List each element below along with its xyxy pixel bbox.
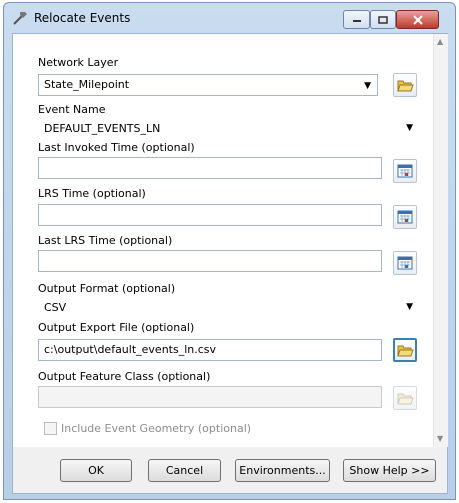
last-invoked-time-input[interactable] [38,157,382,179]
last-lrs-time-label: Last LRS Time (optional) [38,234,173,247]
window-title: Relocate Events [34,11,131,25]
ok-button[interactable]: OK [60,459,132,482]
last-lrs-time-calendar-button[interactable] [393,251,417,275]
last-invoked-time-label: Last Invoked Time (optional) [38,141,195,154]
scroll-down-icon[interactable]: ▼ [437,434,443,443]
calendar-icon [397,210,413,224]
cancel-button[interactable]: Cancel [148,459,221,482]
chevron-down-icon[interactable]: ▼ [364,81,371,91]
lrs-time-input[interactable] [38,204,382,226]
dialog-window: Relocate Events Network Layer State_Mile… [3,2,456,500]
output-format-label: Output Format (optional) [38,282,176,295]
output-export-file-value: c:\output\default_events_ln.csv [44,343,217,356]
scroll-up-icon[interactable]: ▲ [437,37,443,46]
network-layer-value: State_Milepoint [44,78,130,91]
chevron-down-icon[interactable]: ▼ [406,302,413,312]
show-help-button[interactable]: Show Help >> [343,459,436,482]
minimize-icon [352,19,361,22]
minimize-button[interactable] [343,10,370,29]
environments-button[interactable]: Environments... [235,459,330,482]
event-name-value: DEFAULT_EVENTS_LN [44,122,161,135]
output-feature-class-input[interactable] [38,386,382,408]
maximize-icon [378,15,388,24]
last-invoked-time-calendar-button[interactable] [393,159,417,183]
calendar-icon [397,256,413,270]
folder-open-icon [396,345,414,356]
close-icon [412,14,423,25]
output-format-value: CSV [44,301,67,314]
maximize-button[interactable] [370,10,396,29]
vertical-scrollbar[interactable]: ▲ ▼ [433,34,448,447]
calendar-icon [397,164,413,178]
network-layer-label: Network Layer [38,56,119,69]
title-bar[interactable]: Relocate Events [4,3,455,33]
output-export-file-browse-button[interactable] [393,338,417,362]
network-layer-browse-button[interactable] [393,73,417,97]
last-lrs-time-input[interactable] [38,250,382,272]
include-event-geometry-row[interactable]: Include Event Geometry (optional) [44,422,251,435]
output-export-file-label: Output Export File (optional) [38,321,195,334]
include-event-geometry-label: Include Event Geometry (optional) [61,422,252,435]
close-button[interactable] [396,10,439,29]
output-export-file-input[interactable]: c:\output\default_events_ln.csv [38,339,382,361]
folder-open-icon [396,393,414,404]
chevron-down-icon[interactable]: ▼ [406,123,413,133]
network-layer-combobox[interactable]: State_Milepoint ▼ [38,74,378,96]
hammer-icon [13,12,27,25]
event-name-combobox[interactable]: DEFAULT_EVENTS_LN ▼ [38,118,418,138]
output-feature-class-label: Output Feature Class (optional) [38,370,211,383]
parameters-panel: Network Layer State_Milepoint ▼ Event Na… [13,34,433,447]
dialog-client-area: Network Layer State_Milepoint ▼ Event Na… [12,33,448,494]
output-format-combobox[interactable]: CSV ▼ [38,297,418,317]
event-name-label: Event Name [38,103,106,116]
include-event-geometry-checkbox[interactable] [44,422,57,435]
output-feature-class-browse-button[interactable] [393,386,417,410]
lrs-time-label: LRS Time (optional) [38,187,146,200]
lrs-time-calendar-button[interactable] [393,205,417,229]
folder-open-icon [396,80,414,91]
